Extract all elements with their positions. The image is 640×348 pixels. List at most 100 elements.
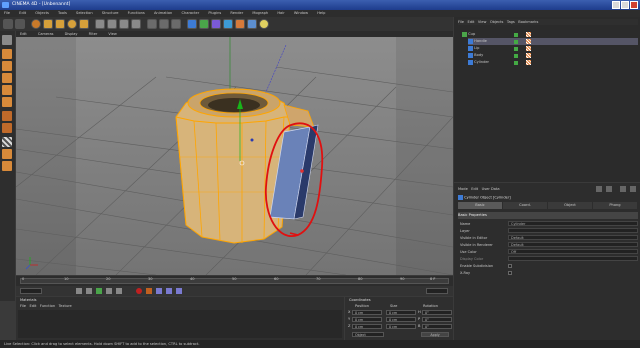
objects-menu-file[interactable]: File xyxy=(458,20,464,24)
record-icon[interactable] xyxy=(136,288,142,294)
menu-tools[interactable]: Tools xyxy=(58,11,67,15)
use-color-select[interactable]: Off xyxy=(508,249,638,254)
rotation-p-field[interactable]: 0° xyxy=(422,317,452,322)
nurbs-icon[interactable] xyxy=(199,19,209,29)
end-frame-field[interactable] xyxy=(426,288,448,294)
forward-arrow-icon[interactable] xyxy=(606,186,612,192)
move-icon[interactable] xyxy=(43,19,53,29)
menu-plugins[interactable]: Plugins xyxy=(208,11,221,15)
menu-help[interactable]: Help xyxy=(317,11,325,15)
maximize-button[interactable] xyxy=(621,1,629,9)
tab-phong[interactable]: Phong xyxy=(593,202,637,209)
rotation-b-field[interactable]: 0° xyxy=(422,324,452,329)
visibility-dot-icon[interactable] xyxy=(514,61,518,65)
visibility-dot-icon[interactable] xyxy=(514,54,518,58)
rotation-h-field[interactable]: 0° xyxy=(422,310,452,315)
step-back-icon[interactable] xyxy=(86,288,92,294)
tab-basic[interactable]: Basic xyxy=(458,202,502,209)
lock-icon[interactable] xyxy=(620,186,626,192)
xray-checkbox[interactable] xyxy=(508,271,512,275)
redo-icon[interactable] xyxy=(15,19,25,29)
object-row-cylinder[interactable]: Cylinder xyxy=(468,59,489,66)
menu-functions[interactable]: Functions xyxy=(128,11,145,15)
menu-objects[interactable]: Objects xyxy=(35,11,49,15)
visibility-dot-icon[interactable] xyxy=(514,47,518,51)
deformer-icon[interactable] xyxy=(223,19,233,29)
array-icon[interactable] xyxy=(211,19,221,29)
objects-menu-edit[interactable]: Edit xyxy=(467,20,474,24)
perspective-viewport[interactable] xyxy=(16,37,453,275)
viewport-scene[interactable] xyxy=(16,37,453,275)
render-picture-viewer-icon[interactable] xyxy=(159,19,169,29)
render-view-icon[interactable] xyxy=(147,19,157,29)
menu-hair[interactable]: Hair xyxy=(277,11,284,15)
material-tag-icon[interactable] xyxy=(526,53,531,58)
visible-in-renderer-select[interactable]: Default xyxy=(508,242,638,247)
workplane-icon[interactable] xyxy=(2,149,12,159)
menu-mograph[interactable]: Mograph xyxy=(252,11,268,15)
attributes-menu-mode[interactable]: Mode xyxy=(458,187,468,191)
animation-mode-icon[interactable] xyxy=(2,123,12,133)
viewport-menu-cameras[interactable]: Cameras xyxy=(38,32,54,36)
display-color-field[interactable] xyxy=(508,256,638,261)
make-editable-icon[interactable] xyxy=(2,35,12,45)
materials-menu-texture[interactable]: Texture xyxy=(59,304,72,308)
menu-character[interactable]: Character xyxy=(181,11,199,15)
close-button[interactable] xyxy=(630,1,638,9)
rotate-icon[interactable] xyxy=(67,19,77,29)
new-manager-icon[interactable] xyxy=(630,186,636,192)
subdivision-checkbox[interactable] xyxy=(508,264,512,268)
tab-object[interactable]: Object xyxy=(548,202,592,209)
scale-icon[interactable] xyxy=(55,19,65,29)
attributes-menu-user-data[interactable]: User Data xyxy=(482,187,500,191)
z-axis-icon[interactable] xyxy=(119,19,129,29)
material-tag-icon[interactable] xyxy=(526,32,531,37)
material-tag-icon[interactable] xyxy=(526,39,531,44)
menu-edit[interactable]: Edit xyxy=(19,11,26,15)
world-coordinates-icon[interactable] xyxy=(131,19,141,29)
light-icon[interactable] xyxy=(259,19,269,29)
object-row-body[interactable]: Body xyxy=(468,52,483,59)
objects-menu-bookmarks[interactable]: Bookmarks xyxy=(518,20,538,24)
camera-icon[interactable] xyxy=(247,19,257,29)
name-field[interactable]: Cylinder xyxy=(508,221,638,226)
objects-menu-tags[interactable]: Tags xyxy=(507,20,515,24)
position-z-field[interactable]: 0 cm xyxy=(352,324,382,329)
step-forward-icon[interactable] xyxy=(106,288,112,294)
materials-menu-function[interactable]: Function xyxy=(40,304,55,308)
render-settings-icon[interactable] xyxy=(171,19,181,29)
menu-structure[interactable]: Structure xyxy=(102,11,119,15)
key-rotation-icon[interactable] xyxy=(176,288,182,294)
scene-icon[interactable] xyxy=(235,19,245,29)
size-z-field[interactable]: 0 cm xyxy=(386,324,416,329)
key-position-icon[interactable] xyxy=(156,288,162,294)
object-row-handle[interactable]: Handle xyxy=(468,38,638,45)
go-to-end-icon[interactable] xyxy=(116,288,122,294)
position-x-field[interactable]: 0 cm xyxy=(352,310,382,315)
visible-in-editor-select[interactable]: Default xyxy=(508,235,638,240)
menu-render[interactable]: Render xyxy=(230,11,243,15)
undo-icon[interactable] xyxy=(3,19,13,29)
material-tag-icon[interactable] xyxy=(526,46,531,51)
menu-selection[interactable]: Selection xyxy=(76,11,93,15)
size-y-field[interactable]: 0 cm xyxy=(386,317,416,322)
coordinate-mode-select[interactable]: Object xyxy=(352,332,384,337)
materials-area[interactable] xyxy=(18,310,342,338)
visibility-dot-icon[interactable] xyxy=(514,33,518,37)
timeline[interactable]: 0 10 20 30 40 50 60 70 80 90 0 F xyxy=(16,276,453,286)
tab-coord[interactable]: Coord. xyxy=(503,202,547,209)
live-selection-icon[interactable] xyxy=(31,19,41,29)
menu-window[interactable]: Window xyxy=(294,11,308,15)
objects-menu-view[interactable]: View xyxy=(478,20,487,24)
viewport-menu-filter[interactable]: Filter xyxy=(89,32,98,36)
go-to-start-icon[interactable] xyxy=(76,288,82,294)
size-x-field[interactable]: 0 cm xyxy=(386,310,416,315)
use-object-axis-icon[interactable] xyxy=(2,61,12,71)
menu-file[interactable]: File xyxy=(4,11,10,15)
layer-field[interactable] xyxy=(508,228,638,233)
attributes-menu-edit[interactable]: Edit xyxy=(471,187,478,191)
object-row-lip[interactable]: Lip xyxy=(468,45,479,52)
minimize-button[interactable] xyxy=(612,1,620,9)
polygons-mode-icon[interactable] xyxy=(2,97,12,107)
object-row-cup[interactable]: Cup xyxy=(462,31,475,38)
